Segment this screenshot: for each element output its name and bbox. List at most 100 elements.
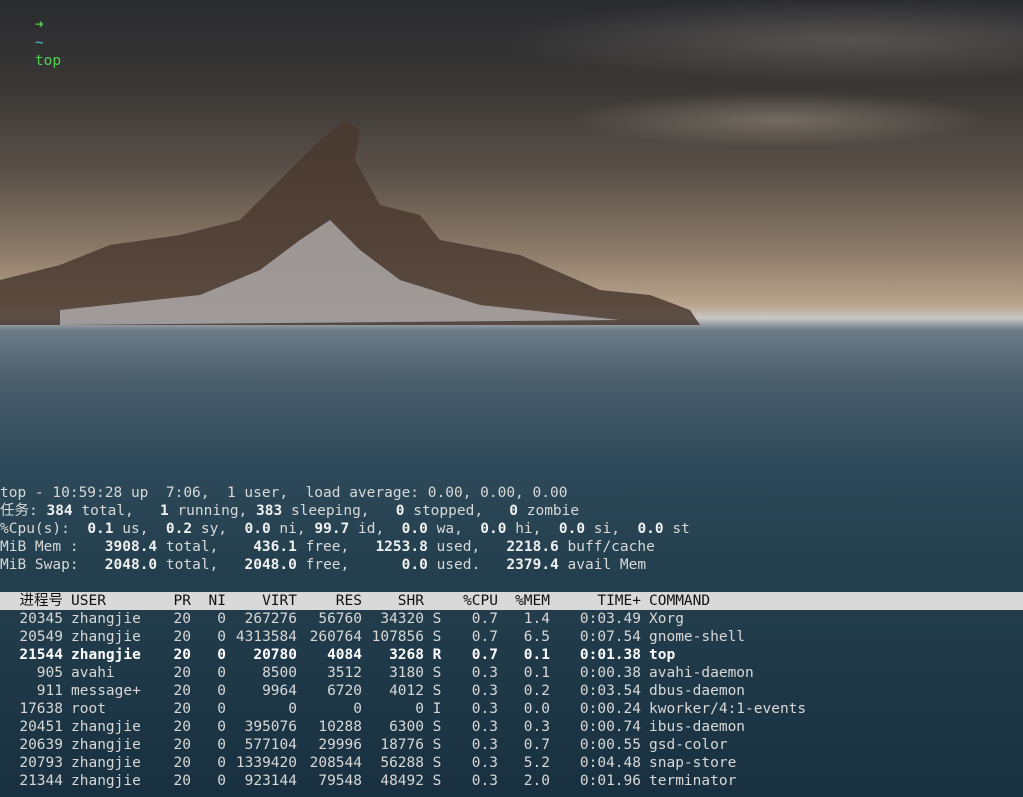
cell-mem: 0.7 [523,737,550,753]
tasks-running-label: running, [168,503,248,519]
cell-ni: 0 [217,755,226,771]
cell-ni: 0 [217,719,226,735]
cell-cpu: 0.3 [471,701,498,717]
col-mem[interactable]: %MEM [498,592,550,610]
cell-mem: 0.2 [523,683,550,699]
cell-command: gsd-color [649,737,728,753]
cell-time: 0:01.96 [579,773,641,789]
cell-shr: 3180 [389,665,424,681]
cell-state: S [432,755,442,771]
tasks-label: 任务: [0,503,38,519]
cell-command: ibus-daemon [649,719,746,735]
table-row[interactable]: 905 avahi 20 0 8500 3512 3180 S 0.3 0.1 0:00.38 ava… [0,664,754,682]
col-user[interactable]: USER [63,592,161,610]
swap-used: 0.0 [401,557,428,573]
cell-time: 0:03.49 [579,611,641,627]
cell-res: 3512 [327,665,362,681]
cell-command: Xorg [649,611,684,627]
tasks-total-label: total, [72,503,134,519]
cpu-label: %Cpu(s): [0,521,70,537]
table-row[interactable]: 17638 root 20 0 0 0 0 I 0.3 0.0 0:00.24 kworker/4:1… [0,700,806,718]
cell-res: 0 [353,701,362,717]
cell-time: 0:00.24 [579,701,641,717]
swap-free: 2048.0 [244,557,297,573]
cell-virt: 20780 [253,647,297,663]
col-shr[interactable]: SHR [362,592,424,610]
table-row[interactable]: 20549 zhangjie 20 0 4313584 260764 107856 S 0.7 6… [0,628,745,646]
cell-mem: 0.3 [523,719,550,735]
cell-pr: 20 [173,665,191,681]
cell-state: R [432,647,442,663]
cell-time: 0:03.54 [579,683,641,699]
cell-mem: 2.0 [523,773,550,789]
cell-shr: 6300 [389,719,424,735]
mem-used: 1253.8 [375,539,428,555]
cell-pid: 20639 [19,737,63,753]
table-row-active[interactable]: 21544 zhangjie 20 0 20780 4084 3268 R 0.7 0.1 0:01… [0,646,675,664]
cell-res: 10288 [318,719,362,735]
swap-label: MiB Swap: [0,557,79,573]
cell-pid: 911 [36,683,63,699]
cell-user: zhangjie [71,773,141,789]
col-virt[interactable]: VIRT [226,592,297,610]
prompt-directory: ~ [34,35,44,51]
cell-virt: 923144 [244,773,297,789]
table-row[interactable]: 21344 zhangjie 20 0 923144 79548 48492 S 0.3 2.0 0… [0,772,736,790]
prompt-arrow-icon: ➜ [34,17,44,33]
cell-command: top [649,647,676,663]
cell-user: zhangjie [71,629,141,645]
tasks-stopped-label: stopped, [404,503,484,519]
col-ni[interactable]: NI [191,592,226,610]
swap-avail: 2379.4 [506,557,559,573]
swap-total: 2048.0 [104,557,158,573]
tasks-sleeping-label: sleeping, [282,503,370,519]
col-time[interactable]: TIME+ [550,592,641,610]
cell-cpu: 0.3 [471,683,498,699]
cell-shr: 3268 [389,647,424,663]
cell-shr: 48492 [380,773,424,789]
table-row[interactable]: 20639 zhangjie 20 0 577104 29996 18776 S 0.3 0.7 0… [0,736,728,754]
cell-mem: 0.0 [523,701,550,717]
cell-pid: 21544 [19,647,63,663]
cpu-wa: 0.0 [401,521,428,537]
mem-free: 436.1 [253,539,297,555]
cell-res: 208544 [309,755,362,771]
cell-ni: 0 [217,683,226,699]
col-cpu[interactable]: %CPU [450,592,498,610]
col-pr[interactable]: PR [161,592,191,610]
cell-ni: 0 [217,611,226,627]
cell-time: 0:00.74 [579,719,641,735]
cell-ni: 0 [217,701,226,717]
cell-time: 0:07.54 [579,629,641,645]
cell-ni: 0 [217,737,226,753]
cell-ni: 0 [217,629,226,645]
cell-state: S [432,737,442,753]
shell-prompt: ➜ ~ top [0,0,61,69]
cpu-si: 0.0 [558,521,586,537]
cell-user: avahi [71,665,115,681]
cpu-hi: 0.0 [480,521,507,537]
cell-cpu: 0.3 [471,773,498,789]
cell-command: kworker/4:1-events [649,701,807,717]
col-command[interactable]: COMMAND [641,592,710,610]
terminal-window[interactable]: ➜ ~ top top - 10:59:28 up 7:06, 1 user, … [0,0,1023,797]
table-row[interactable]: 911 message+ 20 0 9964 6720 4012 S 0.3 0.2 0:03.54… [0,682,745,700]
cell-mem: 5.2 [523,755,550,771]
cpu-id: 99.7 [314,521,350,537]
cell-cpu: 0.7 [471,647,498,663]
cell-virt: 577104 [244,737,297,753]
table-row[interactable]: 20345 zhangjie 20 0 267276 56760 34320 S 0.7 1.4 0… [0,610,684,628]
cell-res: 260764 [309,629,362,645]
cell-virt: 1339420 [235,755,297,771]
cell-user: zhangjie [71,737,141,753]
col-pid[interactable]: 进程号 [0,592,64,610]
table-row[interactable]: 20793 zhangjie 20 0 1339420 208544 56288 S 0.3 5.… [0,754,736,772]
cell-command: terminator [649,773,737,789]
prompt-command: top [34,53,62,69]
cell-res: 79548 [318,773,362,789]
table-row[interactable]: 20451 zhangjie 20 0 395076 10288 6300 S 0.3 0.3 0:… [0,718,745,736]
col-res[interactable]: RES [297,592,362,610]
cell-pr: 20 [173,773,191,789]
cell-cpu: 0.3 [471,665,498,681]
cell-pr: 20 [173,629,191,645]
